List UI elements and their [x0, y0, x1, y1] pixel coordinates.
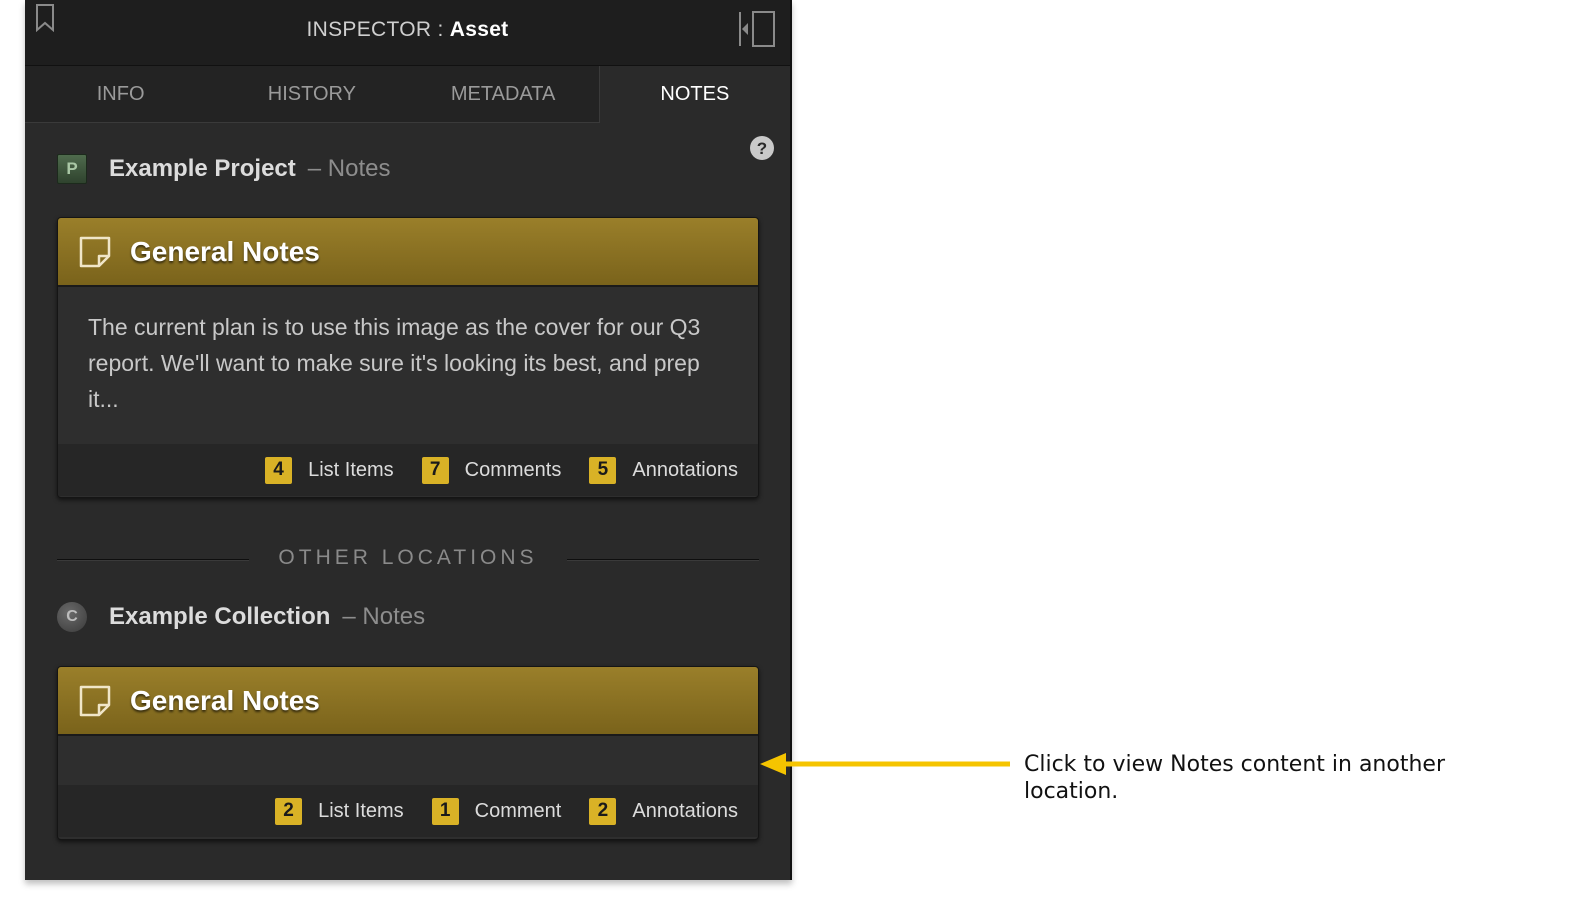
project-notes-suffix: – Notes	[307, 155, 391, 182]
list-items-stat: 4 List Items	[265, 456, 394, 484]
comments-stat: 7 Comments	[421, 456, 562, 484]
inspector-title-prefix: INSPECTOR :	[306, 18, 444, 41]
list-items-label: List Items	[318, 799, 404, 822]
project-badge-icon: P	[57, 154, 87, 184]
annotations-label: Annotations	[632, 458, 738, 481]
card-stats: 2 List Items 1 Comment 2 Annotations	[58, 785, 758, 837]
card-title: General Notes	[130, 235, 320, 267]
list-items-stat: 2 List Items	[275, 797, 404, 825]
collection-general-notes-card[interactable]: General Notes 2 List Items 1 Comment 2 A…	[57, 666, 759, 840]
annotations-count: 5	[589, 456, 617, 484]
list-items-count: 4	[265, 456, 293, 484]
callout-text: Click to view Notes content in another l…	[1024, 752, 1445, 804]
inspector-titlebar: INSPECTOR : Asset	[25, 0, 790, 66]
annotations-stat: 5 Annotations	[589, 456, 738, 484]
note-icon	[79, 236, 111, 267]
project-name: Example Project	[109, 155, 296, 182]
collection-location-header: C Example Collection – Notes	[57, 599, 425, 635]
comments-count: 7	[421, 456, 449, 484]
project-general-notes-card[interactable]: General Notes The current plan is to use…	[57, 217, 759, 498]
comments-label: Comments	[464, 458, 562, 481]
comments-stat: 1 Comment	[431, 797, 562, 825]
other-locations-divider: OTHER LOCATIONS	[57, 540, 759, 580]
list-items-count: 2	[275, 797, 303, 825]
collection-notes-suffix: – Notes	[342, 603, 426, 630]
callout-arrow-icon	[760, 753, 1010, 775]
card-header: General Notes	[58, 667, 758, 736]
card-note-preview	[58, 736, 758, 785]
svg-text:?: ?	[757, 139, 767, 158]
collection-name: Example Collection	[109, 603, 331, 630]
tab-info[interactable]: INFO	[25, 66, 217, 123]
card-note-preview: The current plan is to use this image as…	[88, 314, 701, 412]
list-items-label: List Items	[308, 458, 394, 481]
card-title: General Notes	[130, 684, 320, 716]
annotations-label: Annotations	[632, 799, 738, 822]
card-header: General Notes	[58, 218, 758, 287]
help-icon[interactable]: ?	[749, 135, 775, 161]
comments-count: 1	[431, 797, 459, 825]
other-locations-label: OTHER LOCATIONS	[278, 546, 538, 569]
tab-history[interactable]: HISTORY	[216, 66, 408, 123]
tab-notes[interactable]: NOTES	[598, 66, 790, 123]
card-stats: 4 List Items 7 Comments 5 Annotations	[58, 444, 758, 496]
annotations-count: 2	[589, 797, 617, 825]
collapse-panel-icon[interactable]	[737, 10, 777, 48]
tab-metadata[interactable]: METADATA	[407, 66, 599, 123]
collection-badge-icon: C	[57, 602, 87, 632]
annotations-stat: 2 Annotations	[589, 797, 738, 825]
inspector-panel: INSPECTOR : Asset INFO HISTORY METADATA …	[25, 0, 792, 880]
comments-label: Comment	[474, 799, 562, 822]
inspector-title-object: Asset	[449, 18, 509, 41]
inspector-tabs: INFO HISTORY METADATA NOTES	[25, 66, 790, 123]
project-location-header: P Example Project – Notes	[57, 151, 390, 187]
note-icon	[79, 685, 111, 716]
inspector-title: INSPECTOR : Asset	[25, 18, 790, 42]
